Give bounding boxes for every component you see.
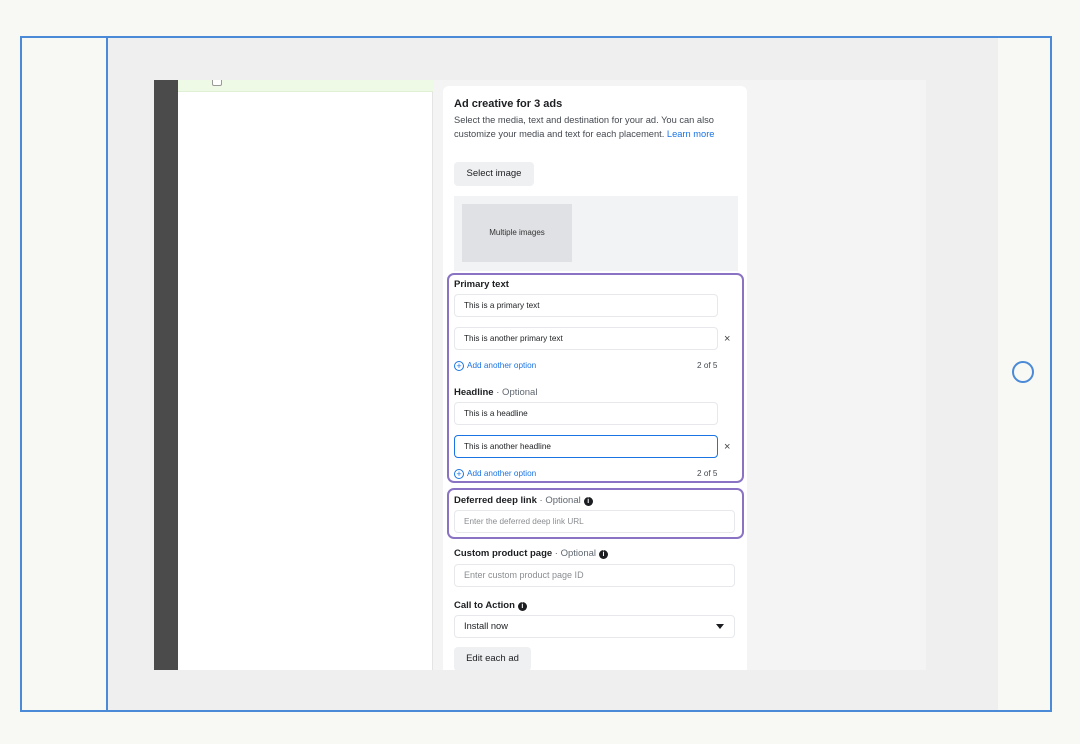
custom-product-page-optional-tag: · Optional [552, 548, 596, 559]
custom-product-page-input[interactable]: Enter custom product page ID [454, 564, 735, 587]
tablet-bezel-left [22, 38, 108, 710]
card-description: Select the media, text and destination f… [454, 113, 739, 141]
ads-manager-screenshot: Ad creative for 3 ads Select the media, … [154, 80, 926, 670]
call-to-action-value: Install now [464, 621, 508, 631]
call-to-action-select[interactable]: Install now [454, 615, 735, 638]
edit-each-ad-button[interactable]: Edit each ad [454, 647, 531, 670]
custom-product-page-label: Custom product page · Optional i [454, 548, 608, 559]
deep-link-highlight [447, 488, 744, 539]
ad-creative-card: Ad creative for 3 ads Select the media, … [443, 86, 747, 670]
card-title: Ad creative for 3 ads [454, 98, 563, 110]
info-icon[interactable]: i [599, 550, 608, 559]
tablet-frame: Ad creative for 3 ads Select the media, … [20, 36, 1052, 712]
custom-product-page-label-text: Custom product page [454, 548, 553, 559]
left-panel [178, 80, 433, 670]
left-nav-rail [154, 80, 178, 670]
home-button[interactable] [1012, 361, 1034, 383]
media-preview-area: Multiple images [454, 196, 738, 271]
dropdown-caret-icon [716, 624, 724, 629]
tablet-bezel-right [996, 38, 1050, 710]
select-image-button[interactable]: Select image [454, 162, 534, 186]
tablet-screen: Ad creative for 3 ads Select the media, … [108, 38, 998, 710]
multiple-images-tile[interactable]: Multiple images [462, 204, 572, 262]
text-section-highlight [447, 273, 744, 483]
row-checkbox[interactable] [212, 80, 222, 86]
call-to-action-label: Call to Action i [454, 600, 527, 611]
learn-more-link[interactable]: Learn more [667, 129, 715, 139]
info-icon[interactable]: i [517, 602, 527, 611]
call-to-action-label-text: Call to Action [454, 600, 515, 611]
